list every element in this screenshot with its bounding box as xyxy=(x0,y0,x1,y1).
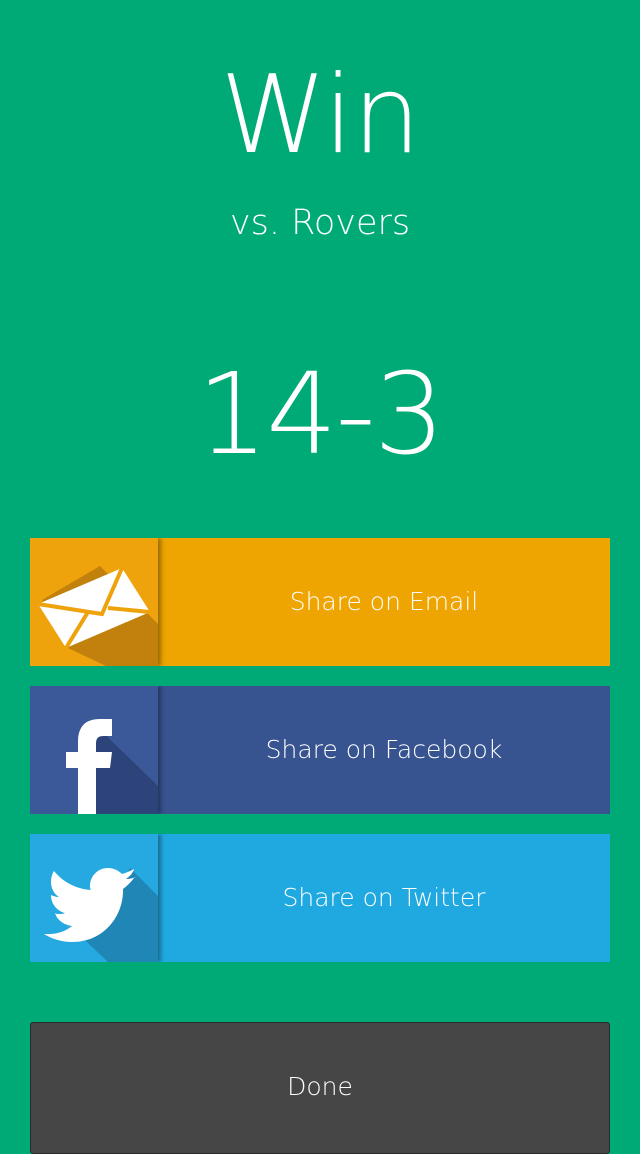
share-email-button[interactable]: Share on Email xyxy=(30,538,610,666)
share-email-label: Share on Email xyxy=(289,587,479,616)
opponent-label: vs. Rovers xyxy=(229,203,411,243)
twitter-bird-icon xyxy=(44,868,158,962)
share-facebook-label: Share on Facebook xyxy=(265,735,503,764)
share-twitter-button[interactable]: Share on Twitter xyxy=(30,834,610,962)
facebook-icon-tile xyxy=(30,686,158,814)
result-title: Win xyxy=(220,53,421,178)
share-twitter-label: Share on Twitter xyxy=(282,883,486,912)
share-facebook-button[interactable]: Share on Facebook xyxy=(30,686,610,814)
email-icon-tile xyxy=(30,538,158,666)
facebook-icon xyxy=(66,719,158,814)
final-score: 14-3 xyxy=(196,350,445,480)
envelope-icon xyxy=(37,566,158,666)
twitter-icon-tile xyxy=(30,834,158,962)
done-button[interactable]: Done xyxy=(30,1022,610,1154)
